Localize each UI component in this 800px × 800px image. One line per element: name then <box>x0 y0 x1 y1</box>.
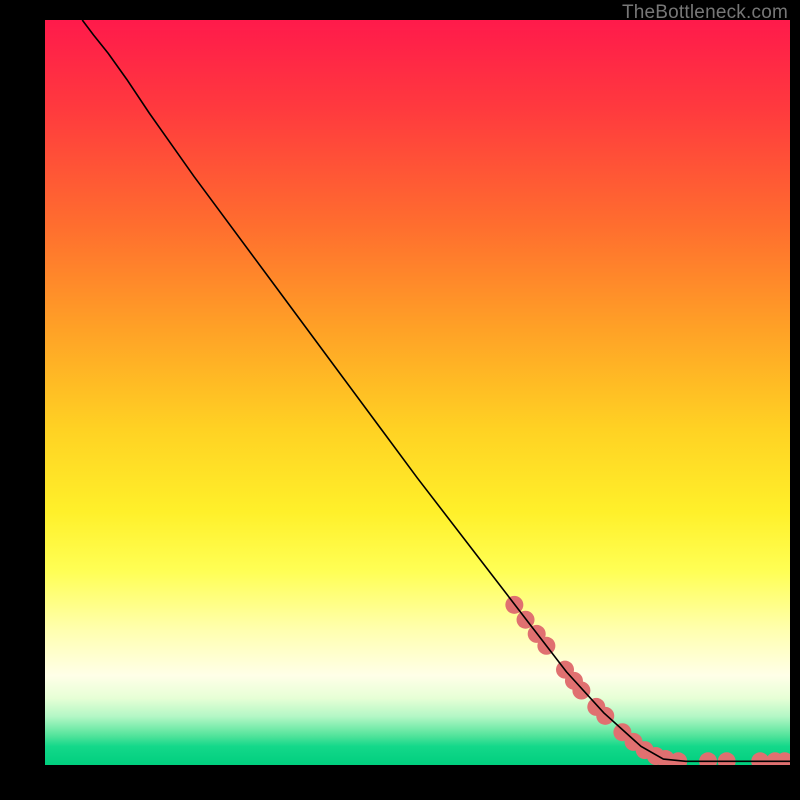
plot-area <box>45 20 790 765</box>
chart-frame: TheBottleneck.com <box>0 0 800 800</box>
highlight-dot <box>699 752 717 765</box>
highlight-dots <box>505 596 790 765</box>
curve-line <box>82 20 790 761</box>
chart-svg <box>45 20 790 765</box>
watermark-text: TheBottleneck.com <box>622 2 788 24</box>
highlight-dot <box>572 682 590 700</box>
highlight-dot <box>596 707 614 725</box>
highlight-dot <box>718 752 736 765</box>
